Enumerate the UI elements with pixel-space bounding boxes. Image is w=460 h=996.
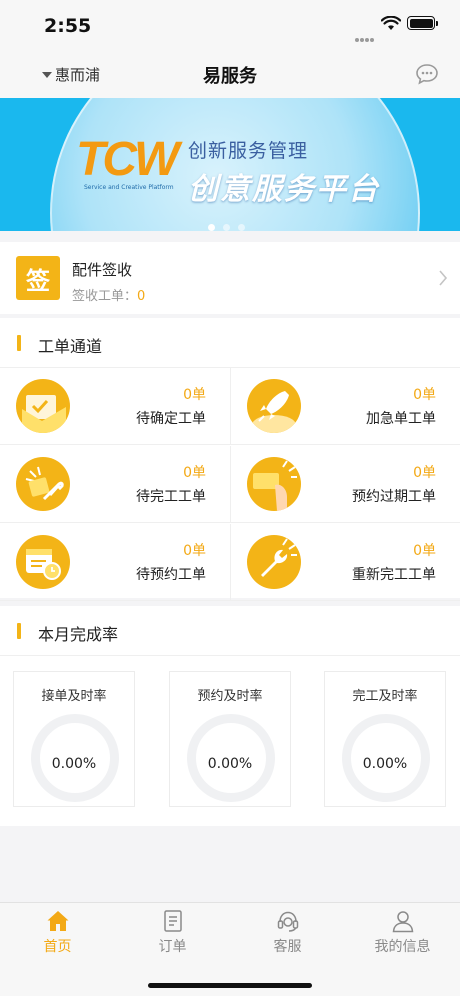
order-count: 0单 [183,543,206,559]
rate-card-appointment[interactable]: 预约及时率 0.00% [169,671,291,807]
order-item-pending-confirm[interactable]: 0单 待确定工单 [0,368,230,445]
tab-home[interactable]: 首页 [0,909,115,959]
nav-bar: 惠而浦 易服务 [0,50,460,98]
rate-card-complete[interactable]: 完工及时率 0.00% [324,671,446,807]
promo-banner[interactable]: TCW Service and Creative Platform 创新服务管理… [0,98,460,231]
rate-value: 0.00% [362,756,408,772]
wrench-icon [247,535,301,589]
rate-title: 完工及时率 [352,689,418,704]
order-item-appointment-expired[interactable]: 0单 预约过期工单 [230,446,460,523]
rocket-icon [247,379,301,433]
tab-orders[interactable]: 订单 [115,909,230,959]
tab-service[interactable]: 客服 [230,909,345,959]
tab-label: 首页 [43,939,72,955]
order-label: 待确定工单 [136,411,206,427]
home-icon [47,911,68,931]
banner-headline: 创意服务平台 [188,172,380,207]
battery-icon [407,16,438,30]
rate-value: 0.00% [51,756,97,772]
chevron-right-icon [439,270,448,286]
wifi-icon [381,16,401,30]
completion-rate-section: 本月完成率 接单及时率 0.00% 预约及时率 0.00% 完工及时率 0.00… [0,606,460,826]
order-count: 0单 [183,465,206,481]
page-title: 易服务 [203,66,257,87]
rate-card-accept[interactable]: 接单及时率 0.00% [13,671,135,807]
section-header: 工单通道 [0,318,460,368]
order-label: 加急单工单 [366,411,436,427]
order-item-urgent[interactable]: 0单 加急单工单 [230,368,460,445]
rate-title: 预约及时率 [197,689,263,704]
status-bar: 2:55 [0,0,460,50]
tab-label: 我的信息 [374,939,431,955]
order-label: 预约过期工单 [352,489,436,505]
order-label: 待预约工单 [136,567,206,583]
user-icon [392,911,413,933]
headset-icon [277,911,298,932]
tcw-logo: TCW Service and Creative Platform [76,133,179,192]
tab-my-info[interactable]: 我的信息 [345,909,460,959]
order-label: 待完工工单 [136,489,206,505]
rate-value: 0.00% [207,756,253,772]
order-channel-section: 工单通道 0单 待确定工单 0单 加急单工单 0单 待完工工单 0单 预约过期工… [0,318,460,601]
signal-dots-icon [355,27,375,42]
sign-badge-icon: 签 [16,256,60,300]
wrench-note-icon [16,457,70,511]
tab-label: 客服 [273,939,302,955]
order-label: 重新完工工单 [352,567,436,583]
chat-bubble-icon[interactable] [415,63,439,85]
tab-label: 订单 [158,939,187,955]
section-accent-bar [17,335,21,351]
expired-ticket-icon [247,457,301,511]
order-item-redo-complete[interactable]: 0单 重新完工工单 [230,524,460,601]
caret-down-icon [42,71,52,78]
rate-title: 接单及时率 [41,689,107,704]
parts-subtitle: 签收工单：0 [72,289,146,304]
document-icon [163,910,182,932]
parts-receipt-card[interactable]: 签 配件签收 签收工单：0 [0,242,460,314]
home-indicator[interactable] [148,983,312,988]
order-item-pending-complete[interactable]: 0单 待完工工单 [0,446,230,523]
section-title: 本月完成率 [38,625,119,644]
order-count: 0单 [183,387,206,403]
tab-bar: 首页 订单 客服 我的信息 [0,902,460,996]
envelope-check-icon [16,379,70,433]
order-item-pending-appointment[interactable]: 0单 待预约工单 [0,524,230,601]
pager-dot[interactable] [223,224,230,231]
banner-subtitle: 创新服务管理 [188,140,309,162]
section-header: 本月完成率 [0,606,460,656]
parts-count: 0 [137,289,146,304]
order-count: 0单 [413,387,436,403]
status-time: 2:55 [44,15,92,37]
pager-dot[interactable] [238,224,245,231]
banner-pager[interactable] [208,224,245,231]
location-label: 惠而浦 [55,66,101,84]
pager-dot[interactable] [208,224,215,231]
location-selector[interactable]: 惠而浦 [42,64,100,85]
section-title: 工单通道 [38,337,103,356]
parts-title: 配件签收 [72,261,133,279]
calendar-clock-icon [16,535,70,589]
order-count: 0单 [413,465,436,481]
section-accent-bar [17,623,21,639]
order-count: 0单 [413,543,436,559]
